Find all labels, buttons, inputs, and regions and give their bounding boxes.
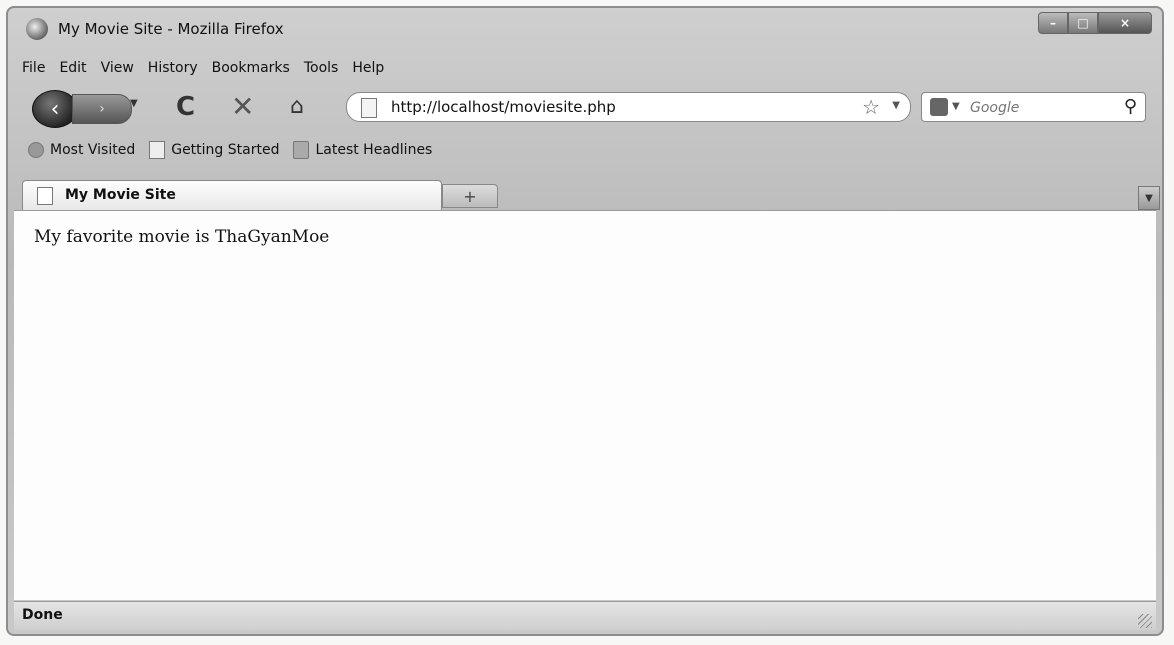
bookmark-most-visited[interactable]: Most Visited [28,142,135,158]
history-dropdown-icon[interactable]: ▼ [130,98,138,109]
bookmark-label: Latest Headlines [315,142,433,158]
page-icon [37,187,53,205]
firefox-logo-icon [26,18,48,40]
menu-view[interactable]: View [101,60,134,76]
menu-bookmarks[interactable]: Bookmarks [212,60,290,76]
menu-tools[interactable]: Tools [304,60,339,76]
menu-help[interactable]: Help [352,60,384,76]
reload-icon[interactable]: C [176,92,195,122]
url-dropdown-icon[interactable]: ▼ [892,100,900,111]
window-title: My Movie Site - Mozilla Firefox [58,20,284,38]
bookmark-star-icon[interactable]: ☆ [862,95,880,119]
menu-history[interactable]: History [148,60,198,76]
maximize-button[interactable]: □ [1068,12,1098,34]
window-controls: – □ × [1038,12,1152,34]
browser-window: My Movie Site - Mozilla Firefox – □ × Fi… [6,6,1164,636]
most-visited-icon [28,142,44,158]
bookmark-label: Getting Started [171,142,280,158]
resize-grip-icon[interactable] [1138,614,1152,628]
page-content: My favorite movie is ThaGyanMoe [14,210,1156,600]
new-tab-button[interactable]: + [442,184,498,208]
bookmark-label: Most Visited [50,142,136,158]
search-bar[interactable]: ▼ ⚲ [921,92,1146,122]
title-bar: My Movie Site - Mozilla Firefox – □ × [8,8,1162,48]
menu-file[interactable]: File [22,60,45,76]
tab-my-movie-site[interactable]: My Movie Site [22,180,442,210]
forward-button[interactable]: › [72,94,132,124]
menu-bar: File Edit View History Bookmarks Tools H… [22,60,384,76]
tab-label: My Movie Site [65,187,176,203]
minimize-button[interactable]: – [1038,12,1068,34]
stop-icon[interactable]: ✕ [231,90,254,123]
close-button[interactable]: × [1098,12,1152,34]
rss-feed-icon [293,141,310,159]
page-icon [361,98,377,118]
url-text[interactable]: http://localhost/moviesite.php [391,98,616,116]
home-icon[interactable]: ⌂ [290,94,304,119]
address-bar[interactable]: http://localhost/moviesite.php ☆ ▼ [346,92,911,122]
search-icon[interactable]: ⚲ [1124,96,1137,117]
status-bar: Done [14,601,1156,630]
search-input[interactable] [968,97,1092,119]
page-text: My favorite movie is ThaGyanMoe [34,227,330,247]
navigation-toolbar: ‹ › ▼ C ✕ ⌂ http://localhost/moviesite.p… [26,84,1146,130]
search-engine-icon[interactable] [930,98,948,116]
page-icon [149,141,166,159]
tab-strip: My Movie Site + ▼ [8,176,1162,210]
bookmark-latest-headlines[interactable]: Latest Headlines [293,141,432,159]
menu-edit[interactable]: Edit [59,60,86,76]
status-text: Done [22,607,63,623]
list-all-tabs-icon[interactable]: ▼ [1138,186,1160,210]
bookmark-getting-started[interactable]: Getting Started [149,141,279,159]
bookmarks-toolbar: Most Visited Getting Started Latest Head… [28,141,432,159]
search-engine-dropdown-icon[interactable]: ▼ [952,101,960,112]
